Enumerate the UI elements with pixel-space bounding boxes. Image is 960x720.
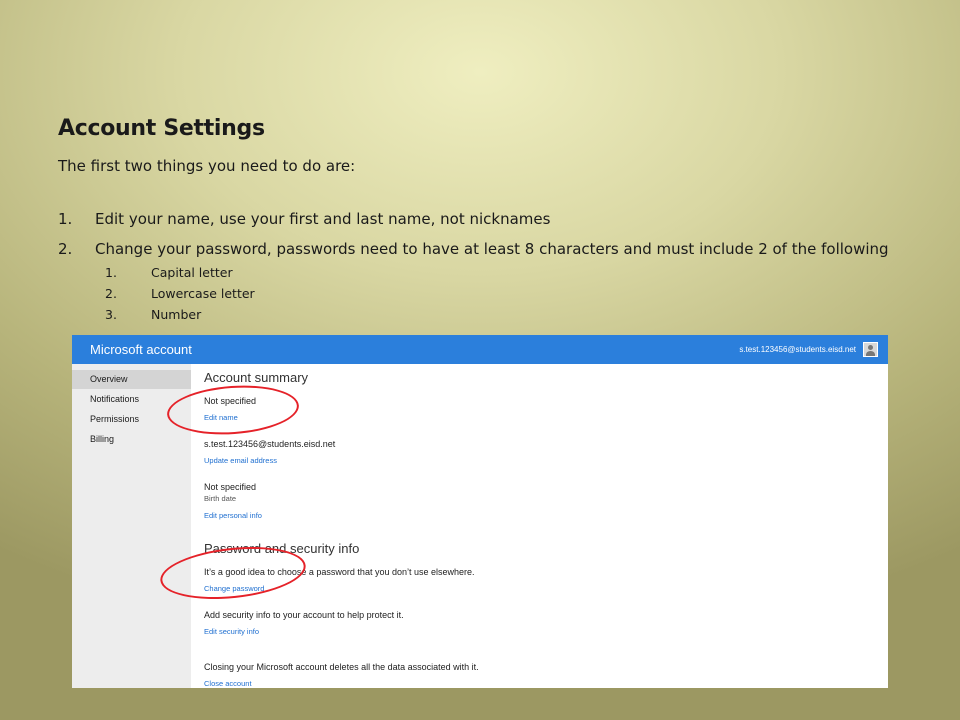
- substep-number: 3.: [105, 307, 117, 322]
- account-summary-heading: Account summary: [204, 370, 309, 385]
- sidebar-item-billing[interactable]: Billing: [72, 430, 191, 449]
- security-info-group: Add security info to your account to hel…: [204, 609, 888, 639]
- change-password-link[interactable]: Change password: [204, 583, 264, 595]
- sidebar-item-overview[interactable]: Overview: [72, 370, 191, 389]
- sidebar: Overview Notifications Permissions Billi…: [72, 364, 191, 688]
- main-content: Account summary Not specified Edit name …: [191, 364, 888, 688]
- app-body: Overview Notifications Permissions Billi…: [72, 364, 888, 688]
- substep-number: 2.: [105, 286, 117, 301]
- step-number: 2.: [58, 240, 73, 258]
- substep-item: 1. Capital letter: [105, 265, 899, 280]
- update-email-link[interactable]: Update email address: [204, 455, 277, 467]
- steps-list: 1. Edit your name, use your first and la…: [58, 210, 889, 334]
- sidebar-item-notifications[interactable]: Notifications: [72, 390, 191, 409]
- personal-info-group: Not specified Birth date Edit personal i…: [204, 481, 888, 523]
- user-email: s.test.123456@students.eisd.net: [739, 345, 856, 354]
- app-header: Microsoft account s.test.123456@students…: [72, 335, 888, 364]
- security-info-text: Add security info to your account to hel…: [204, 610, 404, 620]
- step-text: Change your password, passwords need to …: [95, 240, 889, 258]
- substep-item: 3. Number: [105, 307, 899, 322]
- close-account-text: Closing your Microsoft account deletes a…: [204, 662, 479, 672]
- close-account-link[interactable]: Close account: [204, 678, 252, 688]
- substep-number: 1.: [105, 265, 117, 280]
- sidebar-item-permissions[interactable]: Permissions: [72, 410, 191, 429]
- step-item: 1. Edit your name, use your first and la…: [58, 210, 889, 228]
- birth-label: Birth date: [204, 494, 237, 503]
- edit-personal-info-link[interactable]: Edit personal info: [204, 510, 262, 522]
- microsoft-account-screenshot: Microsoft account s.test.123456@students…: [72, 335, 888, 688]
- step-item: 2. Change your password, passwords need …: [58, 240, 889, 322]
- close-account-group: Closing your Microsoft account deletes a…: [204, 661, 888, 688]
- step-text: Edit your name, use your first and last …: [95, 210, 551, 228]
- substeps-list: 1. Capital letter 2. Lowercase letter 3. Nu…: [95, 265, 889, 322]
- substep-item: 2. Lowercase letter: [105, 286, 899, 301]
- substep-text: Capital letter: [151, 265, 233, 280]
- avatar-icon[interactable]: [863, 342, 878, 357]
- edit-security-info-link[interactable]: Edit security info: [204, 626, 259, 638]
- app-brand[interactable]: Microsoft account: [90, 342, 192, 357]
- name-group: Not specified Edit name: [204, 395, 888, 425]
- substep-text: Number: [151, 307, 202, 322]
- birth-value: Not specified: [204, 482, 257, 492]
- security-heading: Password and security info: [204, 541, 360, 556]
- edit-name-link[interactable]: Edit name: [204, 412, 238, 424]
- intro-text: The first two things you need to do are:: [58, 157, 356, 175]
- email-group: s.test.123456@students.eisd.net Update e…: [204, 438, 888, 468]
- email-value: s.test.123456@students.eisd.net: [204, 439, 336, 449]
- password-group: It’s a good idea to choose a password th…: [204, 566, 888, 596]
- slide-title: Account Settings: [58, 116, 265, 141]
- user-menu[interactable]: s.test.123456@students.eisd.net: [739, 342, 878, 357]
- name-value: Not specified: [204, 396, 257, 406]
- password-advice: It’s a good idea to choose a password th…: [204, 567, 475, 577]
- step-number: 1.: [58, 210, 73, 228]
- substep-text: Lowercase letter: [151, 286, 255, 301]
